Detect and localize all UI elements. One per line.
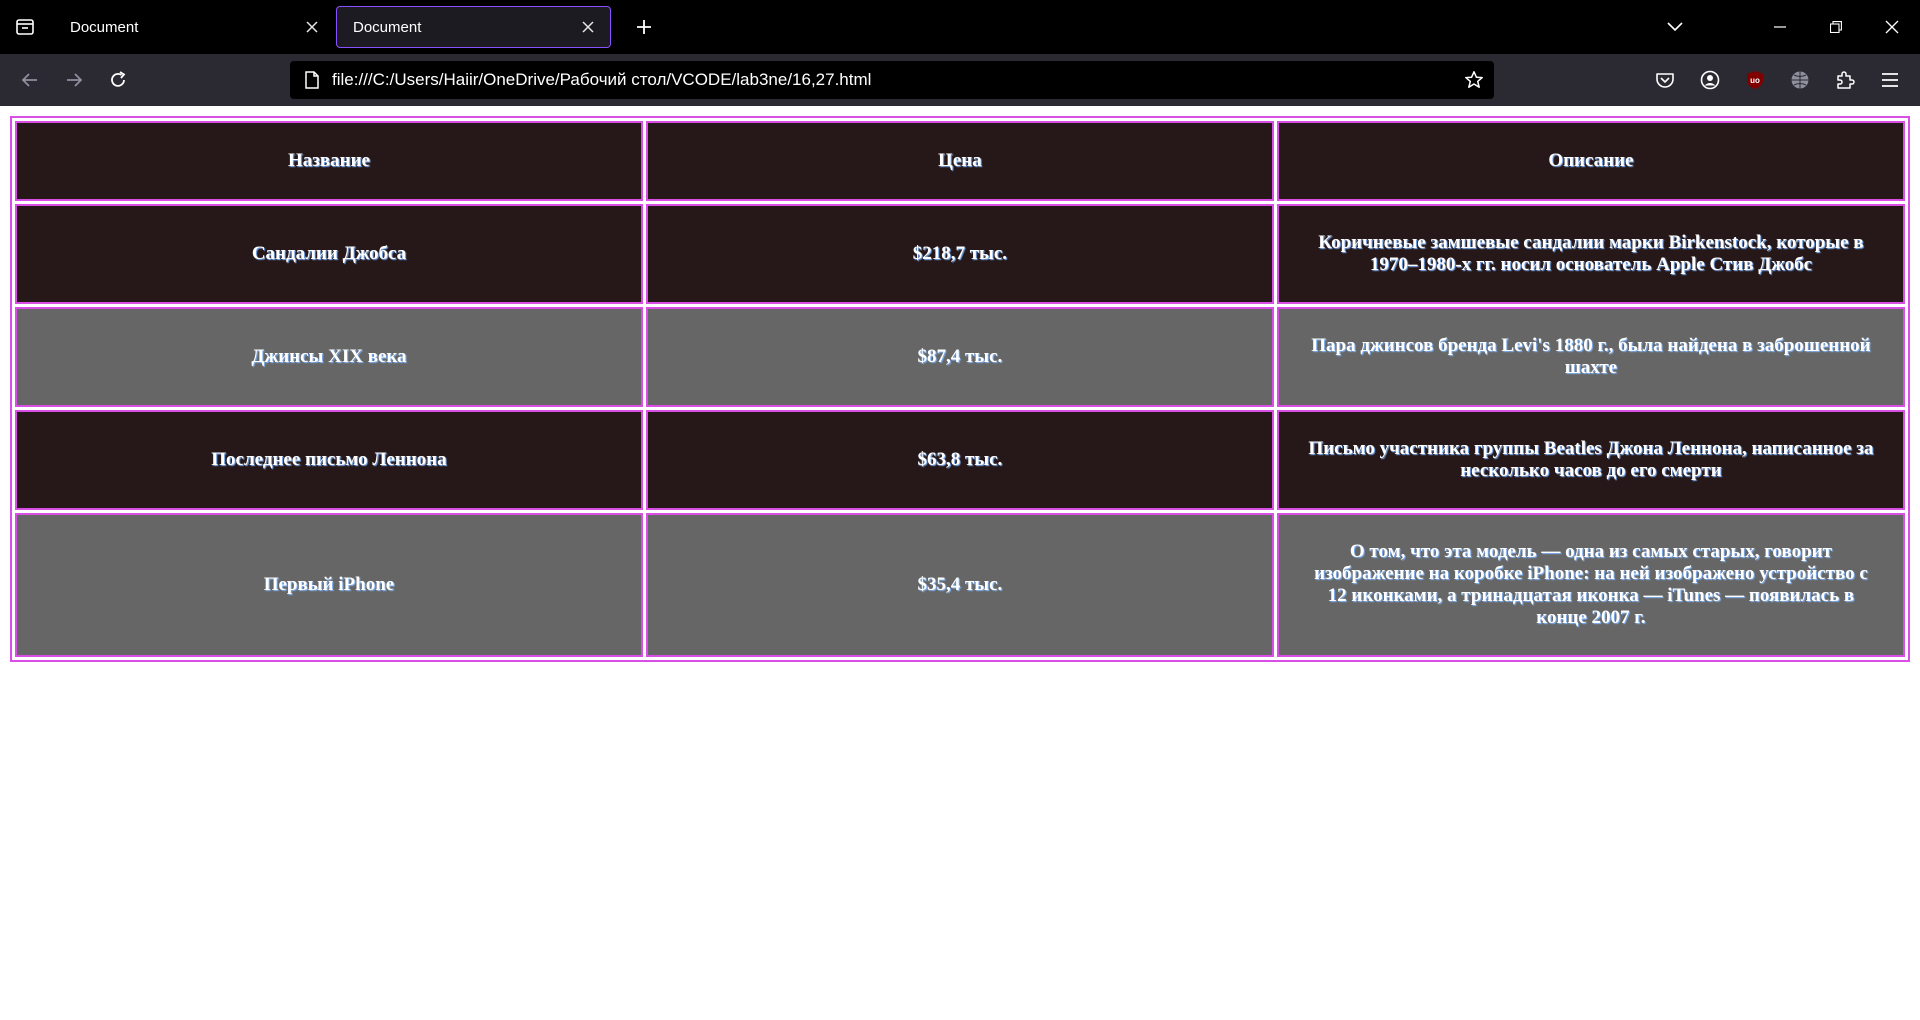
cell-price: $63,8 тыс.: [645, 410, 1274, 510]
arrow-right-icon: [67, 73, 83, 87]
tab-close-button[interactable]: [578, 17, 598, 37]
forward-button[interactable]: [52, 58, 96, 102]
cell-name: Джинсы XIX века: [15, 307, 643, 407]
cell-name: Сандалии Джобса: [15, 204, 643, 304]
reload-icon: [111, 71, 126, 87]
tab-close-button[interactable]: [302, 17, 322, 37]
header-description: Описание: [1276, 121, 1905, 201]
plus-icon: [637, 20, 651, 34]
cell-name: Первый iPhone: [15, 513, 643, 657]
minimize-button[interactable]: [1752, 0, 1808, 54]
restore-button[interactable]: [1808, 0, 1864, 54]
menu-button[interactable]: [1867, 58, 1912, 102]
ublock-shield-icon: uo: [1746, 71, 1763, 89]
minimize-icon: [1774, 26, 1786, 28]
reload-button[interactable]: [96, 58, 140, 102]
close-icon: [582, 21, 594, 33]
cell-description: Пара джинсов бренда Levi's 1880 г., была…: [1276, 307, 1905, 407]
table-row: Джинсы XIX века $87,4 тыс. Пара джинсов …: [15, 307, 1905, 407]
url-text[interactable]: file:///C:/Users/Haiir/OneDrive/Рабочий …: [332, 70, 1454, 90]
header-name: Название: [15, 121, 643, 201]
tab-bar: Document Document: [0, 0, 1920, 54]
page-icon: [294, 71, 330, 89]
extensions-button[interactable]: [1822, 58, 1867, 102]
address-bar[interactable]: file:///C:/Users/Haiir/OneDrive/Рабочий …: [290, 61, 1494, 99]
cell-description: Коричневые замшевые сандалии марки Birke…: [1276, 204, 1905, 304]
table-row: Сандалии Джобса $218,7 тыс. Коричневые з…: [15, 204, 1905, 304]
star-icon: [1465, 71, 1483, 88]
bookmark-star-button[interactable]: [1454, 70, 1494, 90]
cell-description: Письмо участника группы Beatles Джона Ле…: [1276, 410, 1905, 510]
close-window-button[interactable]: [1864, 0, 1920, 54]
account-icon: [1700, 70, 1719, 90]
close-icon: [306, 21, 318, 33]
puzzle-icon: [1836, 71, 1855, 89]
table-row: Последнее письмо Леннона $63,8 тыс. Пись…: [15, 410, 1905, 510]
cell-price: $218,7 тыс.: [645, 204, 1274, 304]
tab-title: Document: [353, 18, 422, 36]
restore-icon: [1830, 21, 1842, 33]
cell-name: Последнее письмо Леннона: [15, 410, 643, 510]
cell-description: О том, что эта модель — одна из самых ст…: [1276, 513, 1905, 657]
new-tab-button[interactable]: [619, 0, 669, 54]
back-button[interactable]: [8, 58, 52, 102]
window-controls: [1752, 0, 1920, 54]
tab-document-1[interactable]: Document: [54, 6, 334, 48]
navigation-bar: file:///C:/Users/Haiir/OneDrive/Рабочий …: [0, 54, 1920, 106]
pocket-icon: [1655, 73, 1674, 88]
close-icon: [1885, 20, 1899, 34]
list-all-tabs-button[interactable]: [1650, 0, 1700, 54]
firefox-view-button[interactable]: [0, 0, 50, 54]
language-extension-button[interactable]: [1777, 58, 1822, 102]
account-button[interactable]: [1687, 58, 1732, 102]
table-row: Первый iPhone $35,4 тыс. О том, что эта …: [15, 513, 1905, 657]
table-header-row: Название Цена Описание: [15, 121, 1905, 201]
svg-text:uo: uo: [1750, 76, 1760, 85]
toolbar-right: uo: [1642, 54, 1912, 106]
ublock-extension-button[interactable]: uo: [1732, 58, 1777, 102]
items-table: Название Цена Описание Сандалии Джобса $…: [10, 116, 1910, 662]
cell-price: $35,4 тыс.: [645, 513, 1274, 657]
tab-title: Document: [70, 18, 139, 36]
cell-price: $87,4 тыс.: [645, 307, 1274, 407]
arrow-left-icon: [21, 73, 37, 87]
tab-document-2[interactable]: Document: [336, 6, 611, 48]
header-price: Цена: [645, 121, 1274, 201]
firefox-view-icon: [16, 19, 34, 35]
pocket-button[interactable]: [1642, 58, 1687, 102]
page-content: Название Цена Описание Сандалии Джобса $…: [0, 106, 1920, 1020]
hamburger-menu-icon: [1881, 73, 1898, 87]
chevron-down-icon: [1667, 22, 1683, 32]
globe-icon: [1791, 71, 1808, 89]
